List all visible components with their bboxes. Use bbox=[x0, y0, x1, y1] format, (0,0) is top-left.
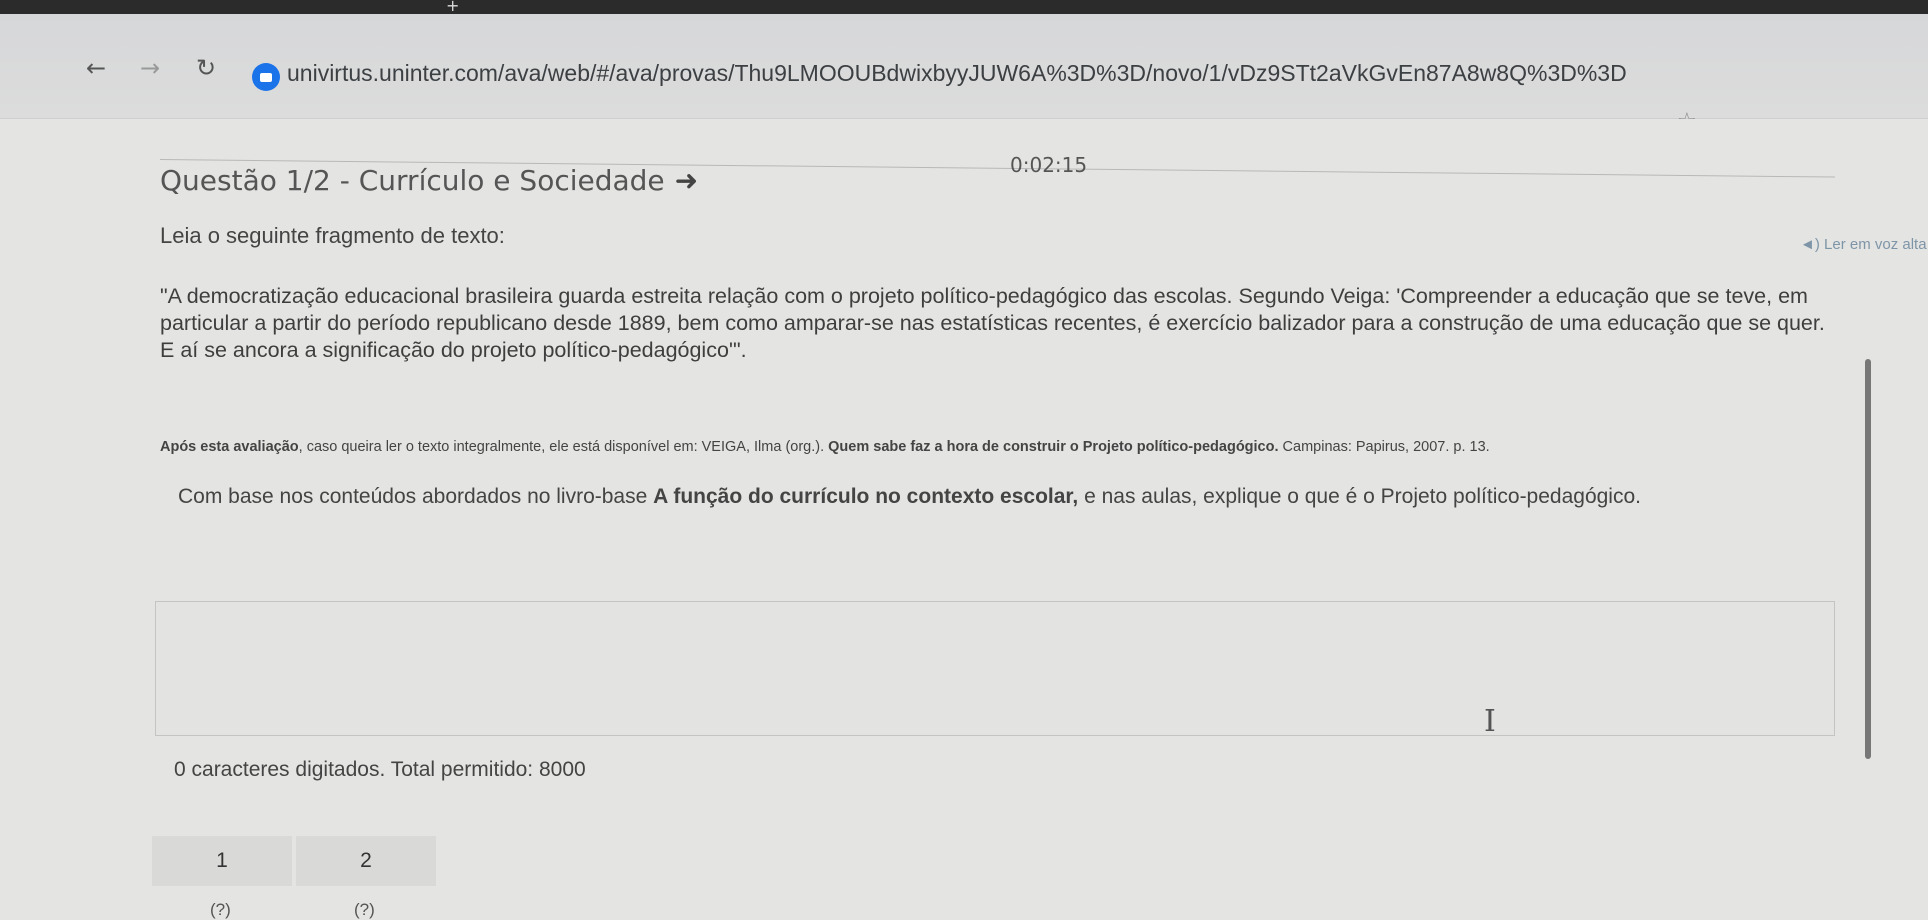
tab-strip: + bbox=[0, 0, 1928, 15]
read-aloud-button[interactable]: ◄) Ler em voz alta bbox=[1800, 236, 1927, 253]
source-text: , caso queira ler o texto integralmente,… bbox=[298, 439, 829, 455]
new-tab-icon[interactable]: + bbox=[446, 0, 459, 15]
source-suffix: Campinas: Papirus, 2007. p. 13. bbox=[1278, 439, 1490, 455]
prompt-bold: A função do currículo no contexto escola… bbox=[653, 485, 1079, 508]
instruction-text: Leia o seguinte fragmento de texto: bbox=[160, 223, 505, 248]
prompt-prefix: Com base nos conteúdos abordados no livr… bbox=[178, 485, 654, 508]
question-nav-1[interactable]: 1 bbox=[152, 836, 292, 886]
site-info-icon[interactable] bbox=[252, 63, 280, 91]
question-prompt: Com base nos conteúdos abordados no livr… bbox=[178, 485, 1641, 509]
question-nav-number: 1 bbox=[216, 849, 228, 872]
back-arrow-icon[interactable]: ← bbox=[86, 54, 106, 82]
question-nav-number: 2 bbox=[360, 849, 372, 872]
question-nav-2[interactable]: 2 bbox=[296, 836, 436, 886]
timer: 0:02:15 bbox=[1010, 153, 1088, 177]
character-count: 0 caracteres digitados. Total permitido:… bbox=[174, 758, 586, 781]
prompt-suffix: e nas aulas, explique o que é o Projeto … bbox=[1078, 485, 1641, 508]
reload-icon[interactable]: ↻ bbox=[196, 54, 216, 82]
source-citation: Após esta avaliação, caso queira ler o t… bbox=[160, 439, 1490, 455]
question-nav-status: (?) bbox=[210, 900, 231, 919]
text-cursor-icon: I bbox=[1484, 704, 1496, 739]
source-prefix: Após esta avaliação bbox=[160, 439, 299, 455]
question-title-text: Questão 1/2 - Currículo e Sociedade bbox=[160, 164, 665, 197]
scrollbar[interactable] bbox=[1865, 359, 1871, 759]
read-aloud-label: Ler em voz alta bbox=[1824, 236, 1927, 253]
source-bold: Quem sabe faz a hora de construir o Proj… bbox=[828, 439, 1279, 455]
answer-textarea[interactable] bbox=[155, 601, 1835, 736]
question-title: Questão 1/2 - Currículo e Sociedade ➜ bbox=[160, 164, 698, 197]
forward-arrow-icon[interactable]: → bbox=[140, 54, 160, 82]
question-nav-status: (?) bbox=[354, 900, 375, 919]
next-arrow-icon[interactable]: ➜ bbox=[675, 164, 698, 197]
speaker-icon: ◄) bbox=[1800, 236, 1820, 253]
quote-text: "A democratização educacional brasileira… bbox=[160, 284, 1825, 362]
exam-page: Questão 1/2 - Currículo e Sociedade ➜ 0:0… bbox=[0, 119, 1928, 919]
address-bar[interactable]: univirtus.uninter.com/ava/web/#/ava/prov… bbox=[287, 60, 1627, 87]
browser-toolbar: ← → ↻ univirtus.uninter.com/ava/web/#/av… bbox=[0, 14, 1928, 134]
